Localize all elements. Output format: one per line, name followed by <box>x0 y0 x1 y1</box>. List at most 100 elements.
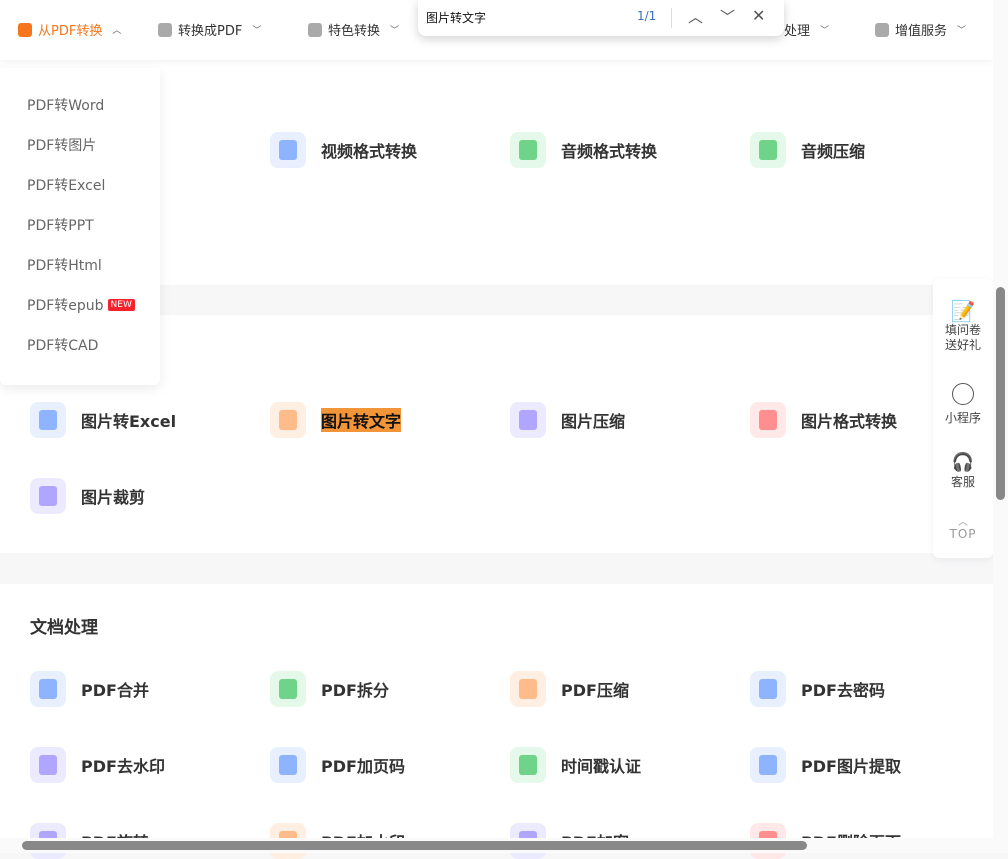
dropdown-label: PDF转PPT <box>27 218 94 234</box>
dropdown-item[interactable]: PDF转图片 <box>27 135 96 155</box>
dropdown-item[interactable]: PDF转PPT <box>27 215 94 235</box>
dropdown-label: PDF转Html <box>27 258 102 274</box>
video-icon <box>270 132 306 168</box>
find-prev-icon[interactable]: ︿ <box>688 6 703 27</box>
new-badge: NEW <box>107 299 135 311</box>
tool-image-format[interactable]: 图片格式转换 <box>750 402 897 438</box>
nav-label: 处理 <box>784 24 811 39</box>
image-compress-icon <box>510 402 546 438</box>
back-to-top-button[interactable]: ︿ TOP <box>933 517 993 542</box>
tool-label: PDF去水印 <box>81 757 165 776</box>
image-crop-icon <box>30 478 66 514</box>
docs-section: 文档处理 PDF合并 PDF拆分 PDF压缩 PDF去密码 PDF去水印 PDF加页码 时间… <box>0 584 993 859</box>
tool-label: PDF去密码 <box>801 681 885 700</box>
customer-service-button[interactable]: 🎧 客服 <box>933 452 993 490</box>
tool-audio-compress[interactable]: 音频压缩 <box>750 132 865 168</box>
dropdown-item[interactable]: PDF转Html <box>27 255 102 275</box>
image-excel-icon <box>30 402 66 438</box>
side-label: 填问卷送好礼 <box>944 323 981 352</box>
side-label: TOP <box>949 527 977 541</box>
tool-audio-convert[interactable]: 音频格式转换 <box>510 132 657 168</box>
nav-value-added[interactable]: 增值服务 ﹀ <box>875 20 966 39</box>
dropdown-item[interactable]: PDF转Excel <box>27 175 105 195</box>
horizontal-scrollbar[interactable] <box>0 838 1008 853</box>
tool-label: 图片转文字 <box>321 408 402 432</box>
side-label: 客服 <box>950 475 975 489</box>
find-next-icon[interactable]: ﹀ <box>720 6 735 27</box>
tool-item[interactable]: PDF压缩 <box>510 671 629 707</box>
audio-icon <box>510 132 546 168</box>
survey-icon: 📝 <box>950 299 976 323</box>
tool-label: PDF加页码 <box>321 757 405 776</box>
audio-compress-icon <box>750 132 786 168</box>
dropdown-item[interactable]: PDF转Word <box>27 95 104 115</box>
mini-program-button[interactable]: 小程序 <box>933 383 993 426</box>
vertical-scrollbar[interactable] <box>993 0 1008 840</box>
tool-label: 图片格式转换 <box>801 412 898 431</box>
nav-process[interactable]: 处理 ﹀ <box>784 20 829 39</box>
find-bar: 图片转文字 1/1 ︿ ﹀ ✕ <box>418 0 784 36</box>
tool-label: 图片转Excel <box>81 412 177 431</box>
chevron-up-icon: ︿ <box>112 26 122 36</box>
nav-label: 转换成PDF <box>178 24 243 39</box>
from-pdf-dropdown: PDF转Word PDF转图片 PDF转Excel PDF转PPT PDF转Html PD… <box>0 68 160 385</box>
dropdown-label: PDF转CAD <box>27 338 99 354</box>
tool-item[interactable]: PDF去水印 <box>30 747 165 783</box>
nav-from-pdf[interactable]: 从PDF转换 ︿ <box>18 20 121 39</box>
tool-item[interactable]: PDF拆分 <box>270 671 389 707</box>
tool-image-excel[interactable]: 图片转Excel <box>30 402 176 438</box>
tool-image-crop[interactable]: 图片裁剪 <box>30 478 145 514</box>
list-icon <box>875 22 889 37</box>
mini-program-icon <box>952 383 974 405</box>
tool-label: 时间戳认证 <box>561 757 642 776</box>
tool-icon <box>30 671 66 707</box>
nav-label: 特色转换 <box>328 24 381 39</box>
tool-label: 音频压缩 <box>801 142 866 161</box>
dropdown-label: PDF转Word <box>27 98 105 114</box>
nav-to-pdf[interactable]: 转换成PDF ﹀ <box>158 20 261 39</box>
find-close-icon[interactable]: ✕ <box>752 6 765 25</box>
chevron-down-icon: ﹀ <box>252 26 262 36</box>
tool-icon <box>750 747 786 783</box>
tool-icon <box>510 671 546 707</box>
tool-icon <box>750 671 786 707</box>
tool-icon <box>30 747 66 783</box>
tool-image-compress[interactable]: 图片压缩 <box>510 402 625 438</box>
nav-label: 增值服务 <box>895 24 948 39</box>
tool-label: 音频格式转换 <box>561 142 658 161</box>
tool-item[interactable]: PDF去密码 <box>750 671 885 707</box>
tool-item[interactable]: 时间戳认证 <box>510 747 641 783</box>
tool-label: 图片裁剪 <box>81 488 146 507</box>
chevron-up-icon: ︿ <box>958 517 968 528</box>
scroll-thumb[interactable] <box>996 287 1005 500</box>
pdf-to-icon <box>158 22 172 37</box>
side-label: 小程序 <box>944 411 981 425</box>
survey-button[interactable]: 📝 填问卷送好礼 <box>933 299 993 353</box>
tool-icon <box>270 671 306 707</box>
tool-icon <box>270 747 306 783</box>
pdf-from-icon <box>18 22 32 37</box>
tool-video-convert[interactable]: 视频格式转换 <box>270 132 417 168</box>
dropdown-item[interactable]: PDF转epub NEW <box>27 295 135 315</box>
tool-label: 图片压缩 <box>561 412 626 431</box>
chevron-down-icon: ﹀ <box>390 26 400 36</box>
tool-label: PDF拆分 <box>321 681 389 700</box>
dropdown-item[interactable]: PDF转CAD <box>27 335 98 355</box>
tool-label: PDF图片提取 <box>801 757 901 776</box>
headset-icon: 🎧 <box>951 452 975 473</box>
divider <box>671 8 672 28</box>
dropdown-label: PDF转epub <box>27 298 104 314</box>
nav-label: 从PDF转换 <box>38 24 103 39</box>
image-format-icon <box>750 402 786 438</box>
find-input[interactable]: 图片转文字 <box>426 9 486 26</box>
chevron-down-icon: ﹀ <box>820 26 830 36</box>
dropdown-label: PDF转图片 <box>27 138 97 154</box>
scroll-thumb[interactable] <box>22 841 807 850</box>
tool-item[interactable]: PDF图片提取 <box>750 747 901 783</box>
nav-special[interactable]: 特色转换 ﹀ <box>308 20 399 39</box>
side-panel: 📝 填问卷送好礼 小程序 🎧 客服 ︿ TOP <box>933 279 993 558</box>
tool-item[interactable]: PDF加页码 <box>270 747 405 783</box>
tool-image-text[interactable]: 图片转文字 <box>270 402 402 438</box>
section-title: 文档处理 <box>30 618 98 638</box>
tool-item[interactable]: PDF合并 <box>30 671 149 707</box>
